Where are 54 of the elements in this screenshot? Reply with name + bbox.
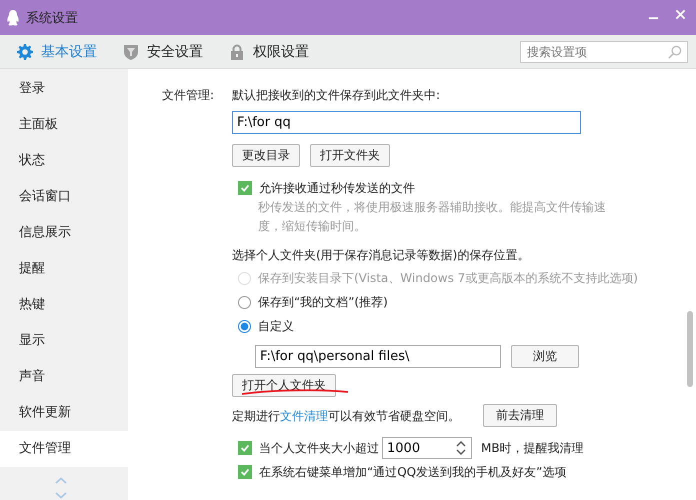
sidebar-item[interactable]: 状态 [0,143,128,179]
shield-icon [123,44,139,60]
folder-button[interactable]: 打开文件夹 [310,144,390,167]
checkbox[interactable] [238,465,252,479]
size-spinner[interactable]: 1000 [382,437,472,459]
spinner-arrows-icon[interactable] [456,440,466,456]
gear-icon [17,44,33,60]
settings-tab[interactable]: 权限设置 [229,42,309,60]
sidebar-item[interactable]: 信息展示 [0,215,128,251]
close-icon[interactable] [675,9,686,20]
scrollbar-thumb[interactable] [687,311,693,387]
checkbox-label: MB时，提醒我清理 [481,440,584,456]
radio-button[interactable] [238,296,251,309]
radio-label: 保存到安装目录下(Vista、Windows 7或更高版本的系统不支持此选项) [258,270,638,287]
sidebar-item[interactable]: 主面板 [0,107,128,143]
sidebar-item[interactable]: 提醒 [0,251,128,287]
search-icon [667,44,682,60]
folder-button[interactable]: 更改目录 [232,144,300,167]
checkbox-label: 允许接收通过秒传发送的文件 [259,180,415,196]
chevron-down-icon[interactable] [55,492,67,499]
browse-button[interactable]: 浏览 [511,345,579,368]
radio-label: 自定义 [258,318,294,335]
sidebar-item[interactable]: 显示 [0,323,128,359]
radio-label: 保存到“我的文档”(推荐) [258,294,388,311]
folder-path-field[interactable]: F:\for qq [232,111,581,134]
folder-label: 默认把接收到的文件保存到此文件夹中: [232,87,440,103]
window-title: 系统设置 [26,10,78,26]
checkbox[interactable] [238,441,252,455]
sidebar-item[interactable]: 登录 [0,71,128,107]
cleanup-text: 定期进行文件清理可以有效节省硬盘空间。 [232,408,460,424]
check-icon [239,466,251,478]
penguin-icon [6,10,20,26]
hint-text: 秒传发送的文件，将使用极速服务器辅助接收。能提高文件传输速度，缩短传输时间。 [258,199,607,235]
sidebar-item[interactable]: 文件管理 [0,431,128,467]
sidebar-item[interactable]: 软件更新 [0,395,128,431]
radio-button[interactable] [238,320,251,333]
sidebar-item[interactable]: 会话窗口 [0,179,128,215]
settings-tab[interactable]: 基本设置 [17,42,97,60]
check-icon [239,182,251,194]
sidebar-item[interactable]: 声音 [0,359,128,395]
search-field[interactable]: 搜索设置项 [520,40,688,62]
personal-path-field[interactable]: F:\for qq\personal files\ [255,345,501,368]
checkbox-label: 当个人文件夹大小超过 [259,440,379,456]
section-label: 文件管理: [162,87,216,104]
lock-icon [229,44,245,60]
checkbox[interactable] [238,181,252,195]
cleanup-link[interactable]: 文件清理 [280,408,328,422]
personal-folder-label: 选择个人文件夹(用于保存消息记录等数据)的保存位置。 [232,247,530,263]
cleanup-button[interactable]: 前去清理 [483,404,557,427]
settings-tab[interactable]: 安全设置 [123,42,203,60]
sidebar-item[interactable]: 热键 [0,287,128,323]
check-icon [239,442,251,454]
checkbox-label: 在系统右键菜单增加“通过QQ发送到我的手机及好友”选项 [259,464,566,480]
chevron-up-icon[interactable] [55,477,67,484]
